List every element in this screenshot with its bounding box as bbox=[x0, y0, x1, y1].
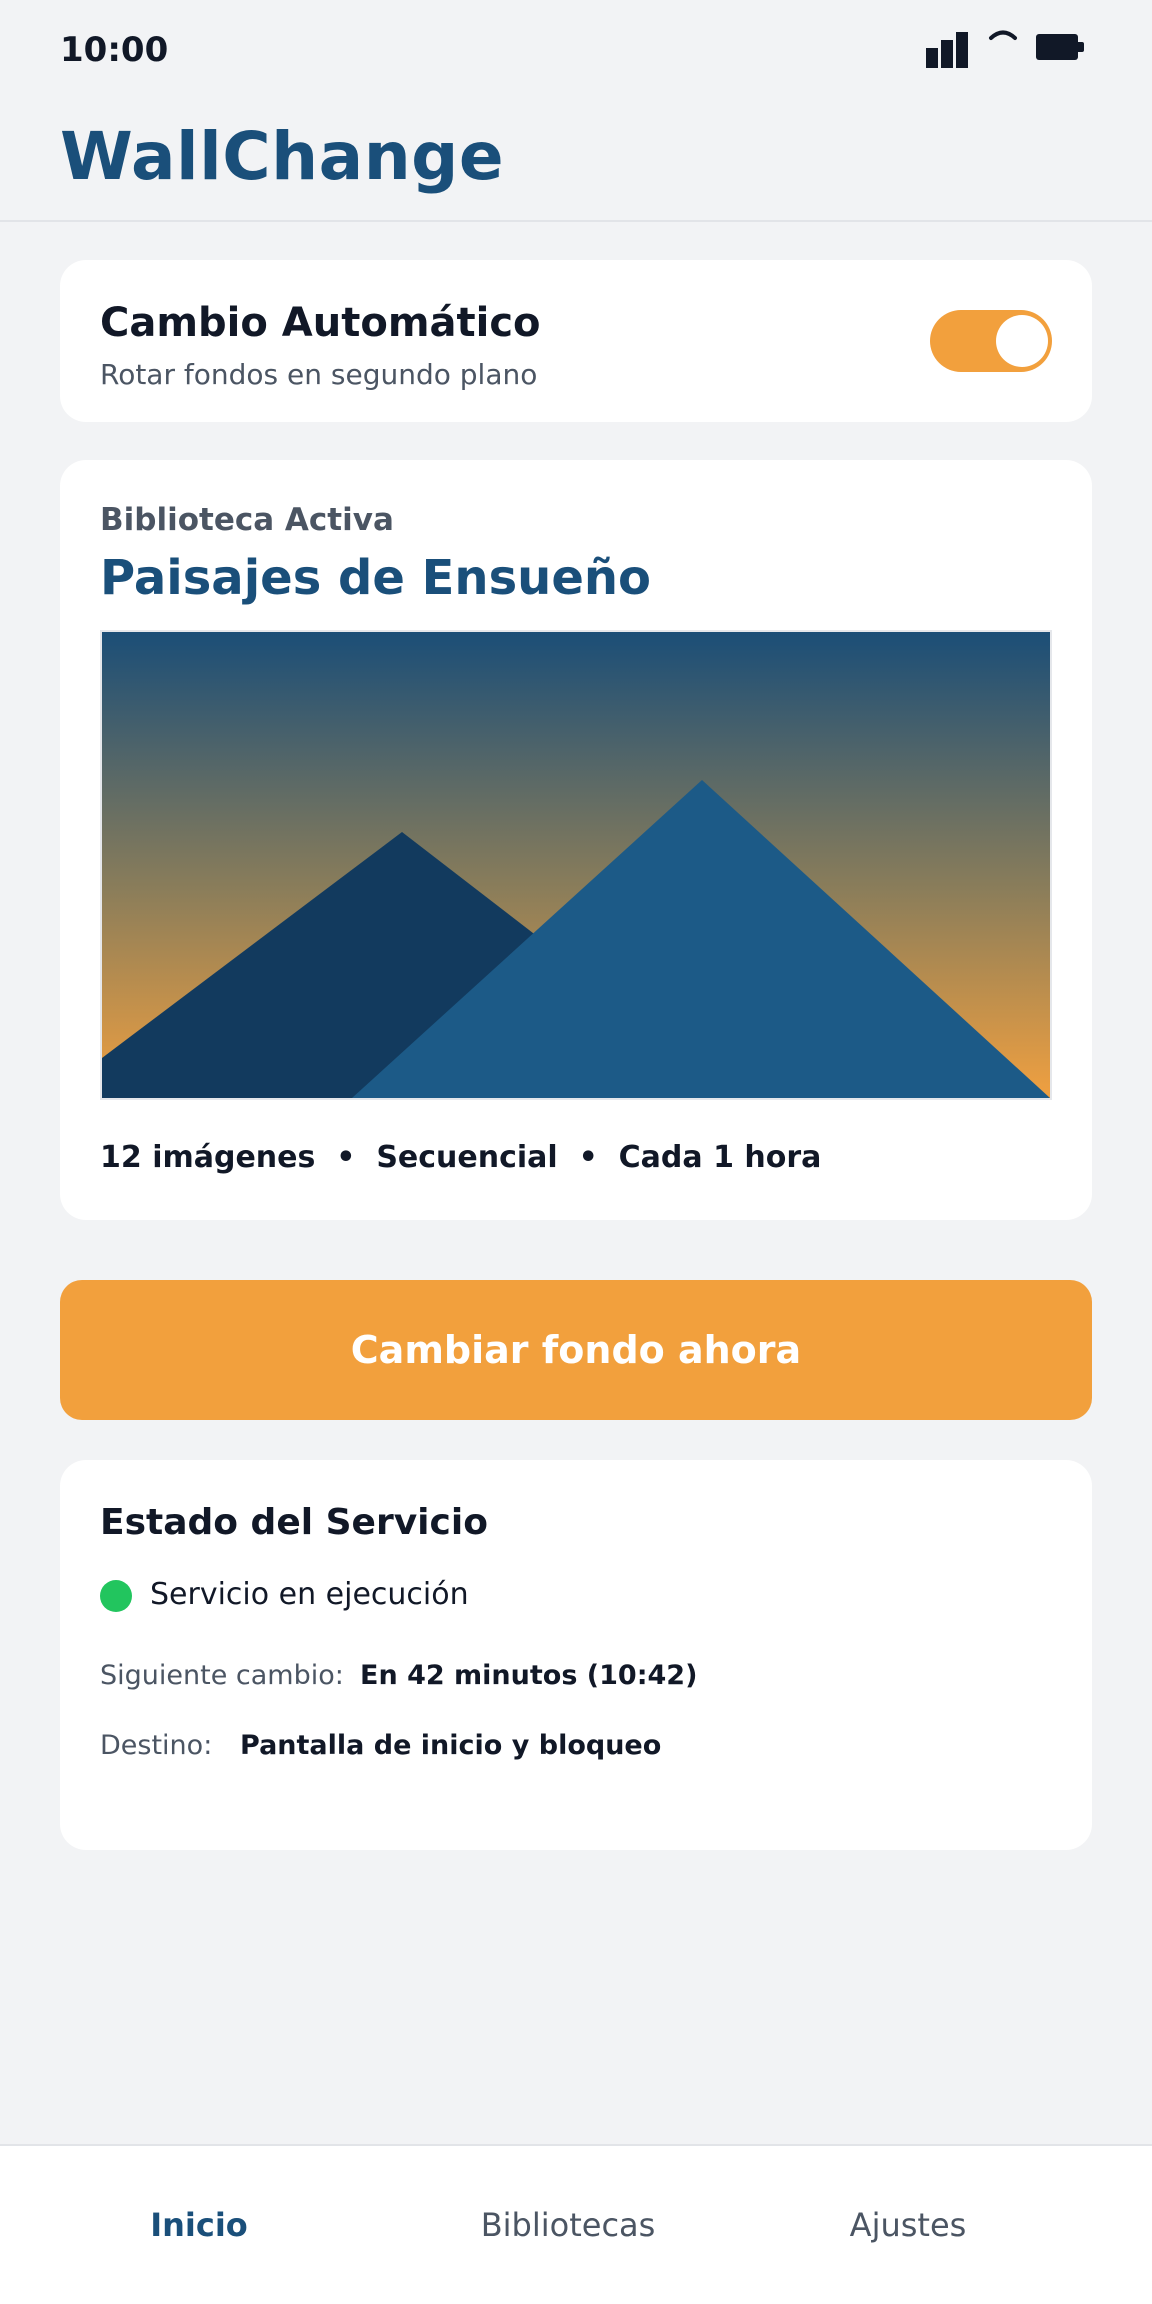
target-value: Pantalla de inicio y bloqueo bbox=[240, 1730, 662, 1761]
auto-change-toggle[interactable] bbox=[930, 310, 1052, 372]
active-library-card[interactable]: Biblioteca Activa Paisajes de Ensueño 12… bbox=[60, 460, 1092, 1220]
status-bar: 10:00 bbox=[0, 0, 1152, 100]
service-status-text: Servicio en ejecución bbox=[150, 1577, 469, 1612]
change-wallpaper-now-button[interactable]: Cambiar fondo ahora bbox=[60, 1280, 1092, 1420]
header-divider bbox=[0, 220, 1152, 222]
auto-change-subtitle: Rotar fondos en segundo plano bbox=[100, 358, 538, 391]
auto-change-title: Cambio Automático bbox=[100, 300, 541, 346]
landscape-image bbox=[102, 632, 1050, 1098]
status-icons bbox=[926, 28, 1096, 68]
auto-change-card: Cambio Automático Rotar fondos en segund… bbox=[60, 260, 1092, 422]
service-status-title: Estado del Servicio bbox=[100, 1502, 488, 1543]
next-change-value: En 42 minutos (10:42) bbox=[360, 1660, 698, 1691]
app-title: WallChange bbox=[60, 118, 505, 195]
signal-icon bbox=[926, 28, 970, 68]
status-time: 10:00 bbox=[60, 30, 169, 70]
nav-item-bibliotecas[interactable]: Bibliotecas bbox=[481, 2206, 656, 2244]
library-name: Paisajes de Ensueño bbox=[100, 550, 652, 606]
bottom-nav: Inicio Bibliotecas Ajustes bbox=[0, 2144, 1152, 2304]
target-label: Destino: bbox=[100, 1730, 213, 1761]
nav-item-ajustes[interactable]: Ajustes bbox=[850, 2206, 967, 2244]
nav-item-inicio[interactable]: Inicio bbox=[150, 2206, 248, 2244]
home-screen: 10:00 WallChange Cambio Automático Rotar… bbox=[0, 0, 1152, 2304]
wallpaper-preview bbox=[100, 630, 1052, 1100]
wifi-icon bbox=[989, 30, 1017, 40]
next-change-label: Siguiente cambio: bbox=[100, 1660, 344, 1691]
toggle-knob bbox=[996, 315, 1048, 367]
library-meta: 12 imágenes • Secuencial • Cada 1 hora bbox=[100, 1140, 822, 1175]
status-dot-icon bbox=[100, 1580, 132, 1612]
battery-icon bbox=[1036, 34, 1088, 60]
library-label: Biblioteca Activa bbox=[100, 502, 394, 538]
service-status-card: Estado del Servicio Servicio en ejecució… bbox=[60, 1460, 1092, 1850]
